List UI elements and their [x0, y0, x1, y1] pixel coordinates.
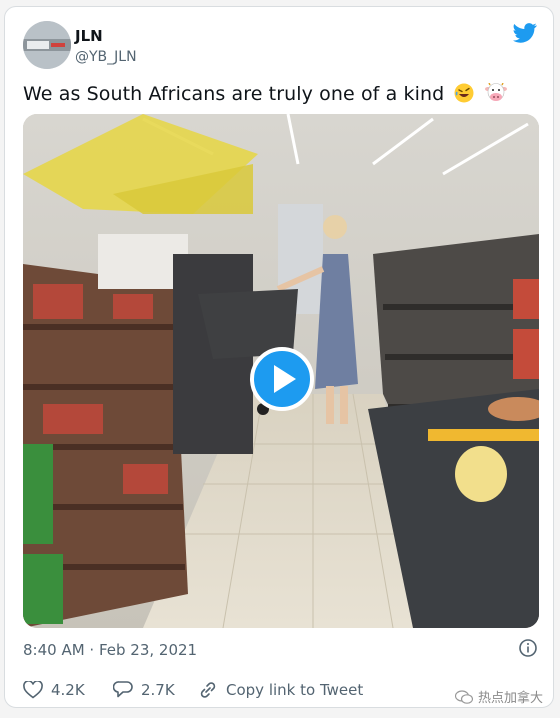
user-handle[interactable]: @YB_JLN: [75, 49, 137, 65]
speech-bubble-icon: [113, 681, 133, 698]
tweet-text-body: We as South Africans are truly one of a …: [23, 83, 445, 105]
twitter-bird-icon[interactable]: [513, 23, 537, 43]
reply-button[interactable]: 2.7K: [113, 679, 175, 701]
copy-link-label: Copy link to Tweet: [226, 681, 364, 699]
play-icon: [274, 365, 296, 393]
tweet-text: We as South Africans are truly one of a …: [23, 82, 507, 105]
cow-face-emoji: [484, 82, 507, 103]
link-icon: [200, 682, 216, 698]
rolling-on-floor-laughing-emoji: [454, 83, 474, 103]
like-button[interactable]: 4.2K: [23, 679, 85, 701]
watermark-text: 热点加拿大: [477, 691, 543, 706]
copy-link-button[interactable]: Copy link to Tweet: [198, 679, 363, 701]
watermark: 热点加拿大: [454, 687, 543, 706]
reply-count: 2.7K: [141, 681, 175, 699]
display-name[interactable]: JLN: [75, 27, 103, 45]
tweet-card[interactable]: JLN @YB_JLN We as South Africans are tru…: [4, 6, 554, 708]
play-button[interactable]: [250, 347, 314, 411]
heart-icon: [23, 681, 43, 699]
info-icon[interactable]: [519, 639, 537, 657]
wechat-icon: [454, 689, 473, 704]
avatar[interactable]: [23, 21, 71, 69]
like-count: 4.2K: [51, 681, 85, 699]
video-player[interactable]: [23, 114, 539, 628]
tweet-timestamp[interactable]: 8:40 AM · Feb 23, 2021: [23, 641, 197, 659]
